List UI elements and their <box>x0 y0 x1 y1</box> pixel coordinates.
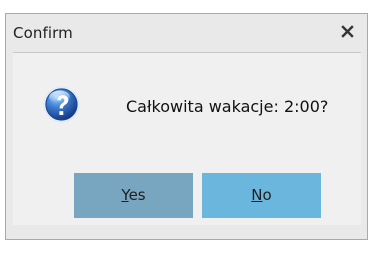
title-bar[interactable]: Confirm <box>6 14 367 52</box>
no-button-mnemonic: N <box>251 186 263 204</box>
no-button-label: o <box>262 186 272 204</box>
close-icon[interactable] <box>337 22 359 42</box>
dialog-title: Confirm <box>13 24 73 42</box>
dialog-window: Confirm Całkowita wakacje: 2:00? Yes No <box>5 13 368 240</box>
question-icon <box>42 85 81 124</box>
confirmation-message: Całkowita wakacje: 2:00? <box>126 97 329 116</box>
no-button[interactable]: No <box>202 173 321 218</box>
yes-button[interactable]: Yes <box>74 173 193 218</box>
yes-button-label: es <box>128 186 146 204</box>
dialog-content: Całkowita wakacje: 2:00? Yes No <box>13 53 361 225</box>
yes-button-mnemonic: Y <box>121 186 129 204</box>
confirm-dialog: Confirm Całkowita wakacje: 2:00? Yes No <box>0 0 377 253</box>
